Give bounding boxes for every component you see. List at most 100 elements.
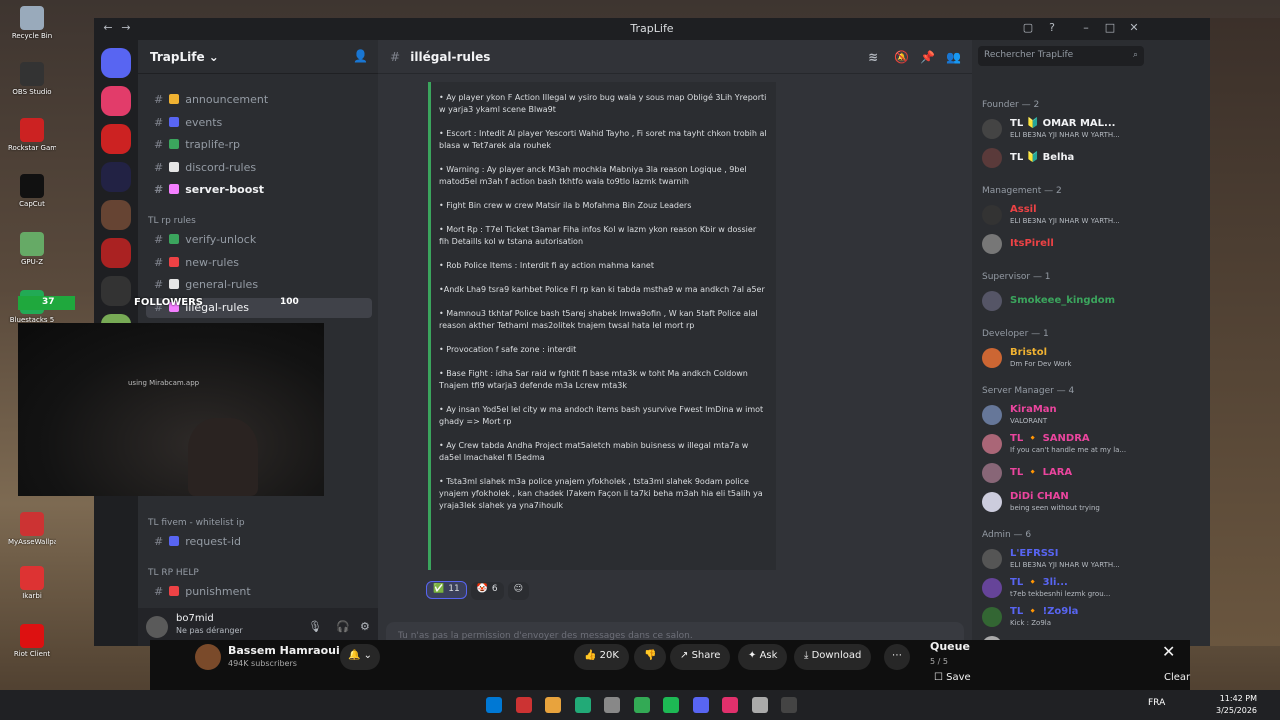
desktop-background-strip [1210, 18, 1280, 646]
channel-request-id[interactable]: # request-id [146, 532, 372, 552]
server-icon[interactable] [101, 162, 131, 192]
channel-emoji-icon [169, 256, 180, 267]
language-indicator[interactable]: FRA [1148, 698, 1165, 708]
taskbar-app-icon[interactable] [604, 697, 620, 713]
taskbar-app-icon[interactable] [692, 697, 709, 713]
channel-traplife-rp[interactable]: # traplife-rp [146, 135, 372, 155]
taskbar-app-icon[interactable] [781, 697, 797, 713]
taskbar-app-icon[interactable] [722, 697, 738, 713]
share-button[interactable]: ↗ Share [670, 644, 731, 670]
desktop-shortcut[interactable]: Recycle Bin [8, 6, 56, 40]
channel-announcement[interactable]: # announcement [146, 90, 372, 110]
help-icon[interactable]: ? [1044, 21, 1060, 37]
channel-category[interactable]: TL rp rules [148, 216, 196, 226]
notifications-bell-button[interactable]: 🔔 ⌄ [340, 644, 381, 670]
reaction-button[interactable]: 🤡 6 [470, 582, 504, 600]
desktop-shortcut[interactable]: CapCut [8, 174, 56, 208]
avatar [982, 348, 1002, 368]
desktop-shortcut[interactable]: OBS Studio [8, 62, 56, 96]
like-button[interactable]: 👍 20K [574, 644, 629, 670]
desktop-shortcut[interactable]: MyAsseWallpaper [8, 512, 56, 546]
close-queue-icon[interactable]: ✕ [1162, 642, 1175, 661]
member-item[interactable]: TL 🔰 OMAR MAL... ELI BE3NA YJI NHAR W YAR… [980, 116, 1144, 142]
inbox-icon[interactable]: ▢ [1020, 21, 1036, 37]
reaction-button[interactable]: ✅ 11 [426, 581, 467, 599]
member-item[interactable]: DiDi CHAN being seen without trying [980, 489, 1144, 515]
desktop-shortcut[interactable]: Rockstar Games Launcher [8, 118, 56, 152]
user-status: Ne pas déranger [176, 626, 243, 635]
channel-general-rules[interactable]: # general-rules [146, 275, 372, 295]
desktop-shortcut[interactable]: GPU-Z [8, 232, 56, 266]
maximize-icon[interactable]: □ [1102, 21, 1118, 37]
headphones-icon[interactable]: 🎧 [336, 620, 350, 633]
member-item[interactable]: L'EFRSSI ELI BE3NA YJI NHAR W YARTH... [980, 546, 1144, 572]
rule-item: • Escort : Intedit Al player Yescorti Wa… [439, 129, 767, 150]
member-item[interactable]: TL 🔸 LARA [980, 460, 1144, 486]
members-icon[interactable]: 👥 [946, 50, 961, 64]
server-icon[interactable] [101, 238, 131, 268]
server-icon[interactable] [101, 200, 131, 230]
more-icon[interactable]: ⋯ [884, 644, 910, 670]
threads-icon[interactable]: ≋ [868, 50, 878, 64]
taskbar-app-icon[interactable] [574, 697, 591, 713]
channel-events[interactable]: # events [146, 113, 372, 133]
member-item[interactable]: TL 🔰 Belha [980, 145, 1144, 171]
channel-verify-unlock[interactable]: # verify-unlock [146, 230, 372, 250]
member-item[interactable]: Bristol Dm For Dev Work [980, 345, 1144, 371]
ask-button[interactable]: ✦ Ask [738, 644, 788, 670]
followers-goal-bar: 37 FOLLOWERS 100 [18, 296, 324, 310]
member-item[interactable]: Assil ELI BE3NA YJI NHAR W YARTH... [980, 202, 1144, 228]
avatar [982, 463, 1002, 483]
channel-avatar[interactable] [195, 644, 221, 670]
dislike-button[interactable]: 👎 [634, 644, 667, 670]
server-icon[interactable] [101, 124, 131, 154]
download-button[interactable]: ⤓ Download [794, 644, 872, 670]
channel-discord-rules[interactable]: # discord-rules [146, 158, 372, 178]
add-reaction-icon[interactable]: ☺ [507, 582, 530, 600]
channel-emoji-icon [169, 161, 180, 172]
discord-home-icon[interactable] [101, 48, 131, 78]
channel-label: discord-rules [185, 160, 257, 174]
taskbar-app-icon[interactable] [633, 697, 650, 713]
add-member-icon[interactable]: 👤 [353, 49, 368, 63]
taskbar-app-icon[interactable] [486, 697, 502, 713]
member-item[interactable]: TL 🔸 3li... t7eb tekbesnhi lezmk grou... [980, 575, 1144, 601]
desktop-shortcut[interactable]: Riot Client [8, 624, 56, 658]
member-item[interactable]: Smokeee_kingdom [980, 288, 1144, 314]
mute-icon[interactable]: 🔕 [894, 50, 909, 64]
clear-button[interactable]: Clear [1164, 672, 1190, 683]
channel-punishment[interactable]: # punishment [146, 582, 372, 602]
channel-name[interactable]: Bassem Hamraoui [228, 644, 340, 657]
microphone-icon[interactable]: 🎙 [308, 620, 322, 633]
avatar [982, 549, 1002, 569]
channel-category[interactable]: TL RP HELP [148, 568, 199, 578]
gear-icon[interactable]: ⚙ [360, 620, 370, 633]
channel-server-boost[interactable]: # server-boost [146, 180, 372, 200]
avatar[interactable] [146, 616, 168, 638]
channel-new-rules[interactable]: # new-rules [146, 253, 372, 273]
taskbar-app-icon[interactable] [663, 697, 679, 713]
close-icon[interactable]: ✕ [1126, 21, 1142, 37]
desktop-shortcut[interactable]: Ikarbi [8, 566, 56, 600]
server-header[interactable]: TrapLife ⌄ 👤 [138, 40, 378, 74]
member-item[interactable]: TL 🔸 SANDRA If you can't handle me at my … [980, 431, 1144, 457]
taskbar-app-icon[interactable] [515, 697, 532, 713]
taskbar-app-icon[interactable] [751, 697, 768, 713]
member-item[interactable]: TL 🔸 !Zo9la Kick : Zo9la [980, 604, 1144, 630]
rule-item: •Andk Lha9 tsra9 karhbet Police Fl rp ka… [439, 285, 765, 294]
titlebar: ← → TrapLife ▢ ? – □ ✕ [94, 18, 1210, 40]
webcam-caption: using Mirabcam.app [128, 379, 200, 387]
member-item[interactable]: ItsPirell [980, 231, 1144, 257]
member-status: ELI BE3NA YJI NHAR W YARTH... [1010, 561, 1120, 569]
minimize-icon[interactable]: – [1078, 21, 1094, 37]
pin-icon[interactable]: 📌 [920, 50, 935, 64]
save-button[interactable]: ☐ Save [934, 672, 971, 683]
clock[interactable]: 11:42 PM 3/25/2026 [1216, 693, 1257, 717]
taskbar-app-icon[interactable] [545, 697, 561, 713]
member-item[interactable]: KiraMan VALORANT [980, 402, 1144, 428]
webcam-overlay: using Mirabcam.app [18, 323, 324, 496]
server-icon[interactable] [101, 86, 131, 116]
channel-category[interactable]: TL fivem - whitelist ip [148, 518, 245, 528]
clock-time: 11:42 PM [1219, 694, 1258, 703]
search-input[interactable]: Rechercher TrapLife ⌕ [978, 46, 1144, 66]
